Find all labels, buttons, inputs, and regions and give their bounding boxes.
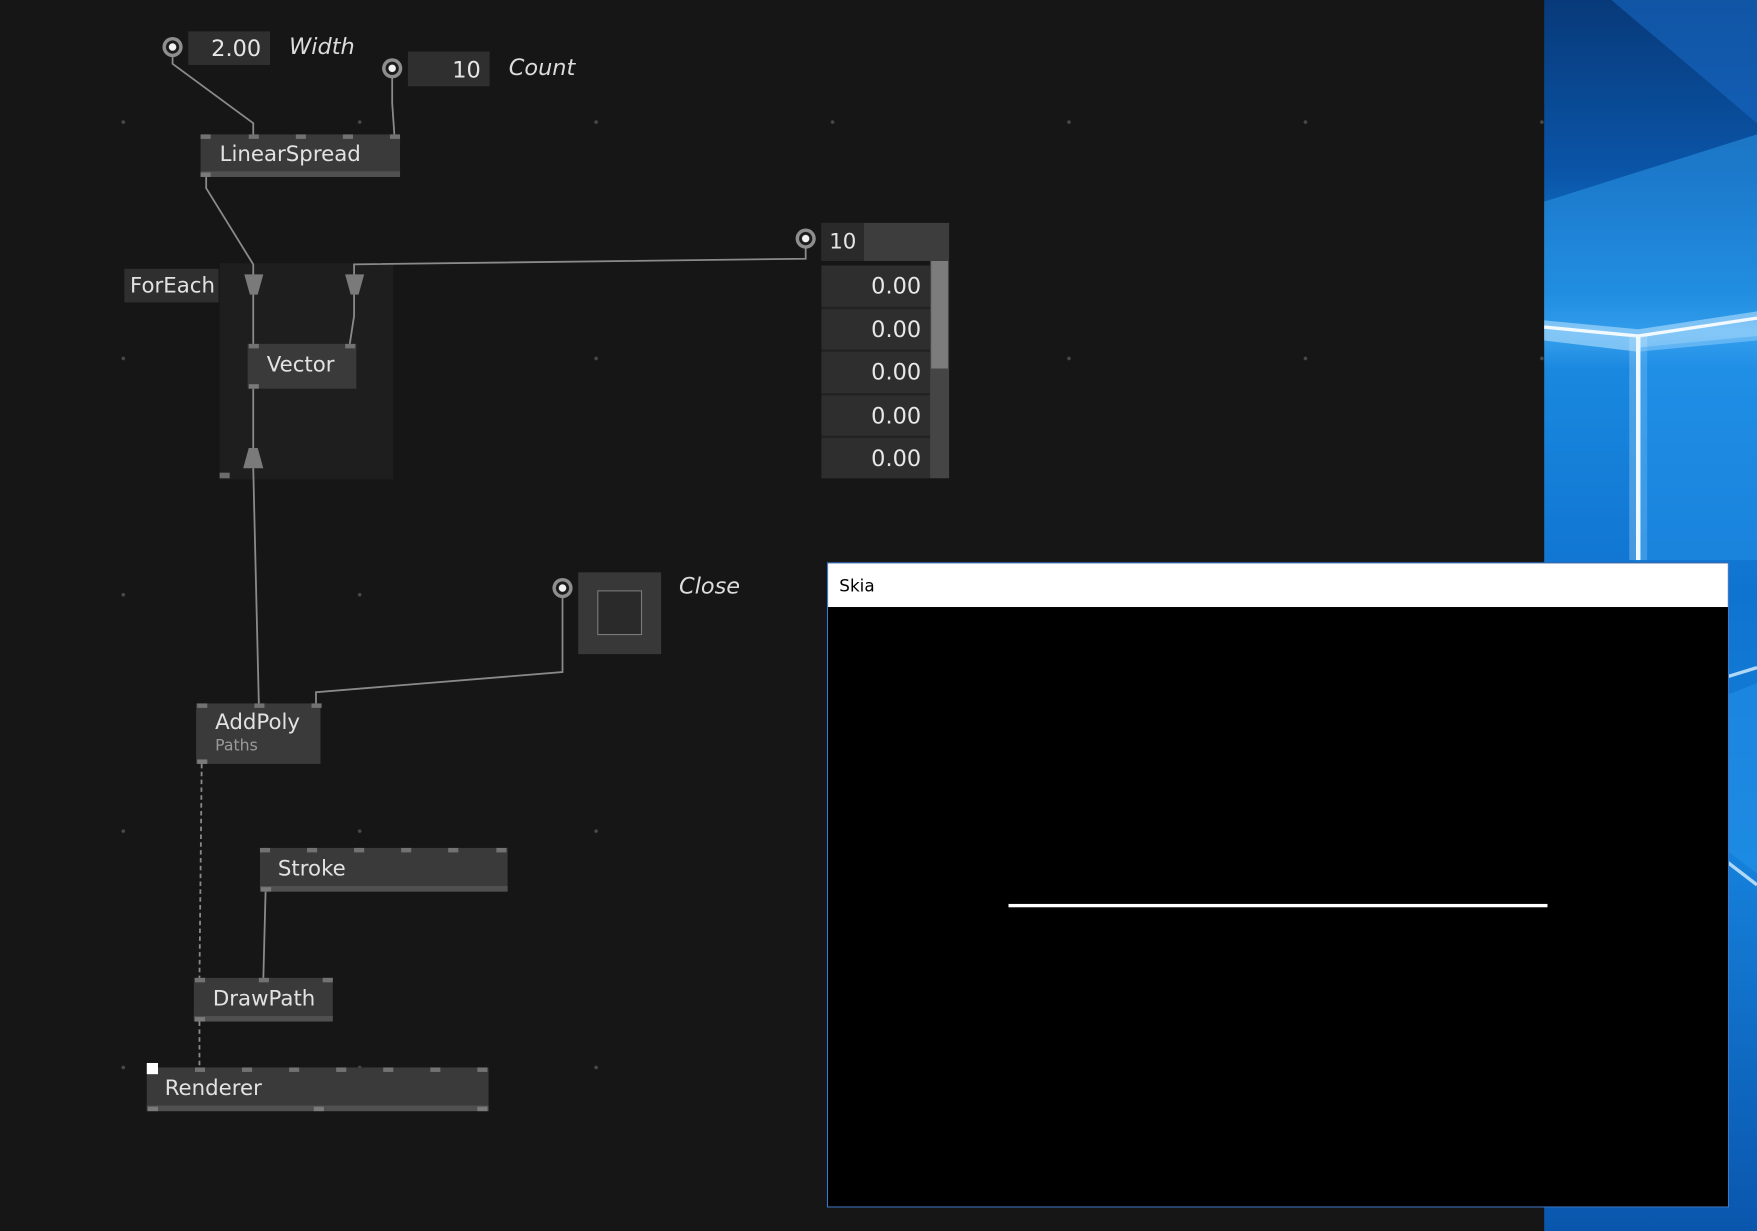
renderer-selection-marker[interactable] bbox=[146, 1062, 158, 1075]
node-label: Vector bbox=[266, 352, 335, 378]
input-pin[interactable] bbox=[401, 847, 412, 853]
input-pin[interactable] bbox=[258, 977, 269, 983]
input-pin[interactable] bbox=[429, 1067, 440, 1072]
iobox-pin-icon[interactable] bbox=[795, 228, 816, 249]
input-pin[interactable] bbox=[295, 134, 306, 139]
input-pin[interactable] bbox=[241, 1067, 252, 1072]
link-count-to-linearspread[interactable] bbox=[391, 77, 396, 136]
input-pin[interactable] bbox=[344, 343, 355, 349]
close-label: Close bbox=[679, 572, 741, 600]
iobox-pin-icon[interactable] bbox=[162, 36, 183, 58]
output-pin[interactable] bbox=[313, 1106, 324, 1112]
rendered-path-line bbox=[1008, 903, 1548, 908]
addpoly-node[interactable]: AddPoly Paths bbox=[196, 703, 322, 764]
node-bottom-bar bbox=[259, 886, 508, 892]
close-toggle-checkbox[interactable] bbox=[597, 590, 643, 636]
input-pin[interactable] bbox=[194, 1067, 205, 1072]
input-pin[interactable] bbox=[382, 1067, 393, 1072]
renderer-node[interactable]: Renderer bbox=[146, 1062, 489, 1112]
node-label: LinearSpread bbox=[219, 141, 361, 167]
output-pin[interactable] bbox=[147, 1106, 158, 1112]
node-label: AddPoly bbox=[215, 710, 300, 735]
input-pin[interactable] bbox=[389, 134, 400, 139]
link-stroke-to-drawpath[interactable] bbox=[262, 891, 267, 979]
node-label: Stroke bbox=[277, 855, 346, 881]
node-bottom-bar bbox=[193, 1015, 333, 1022]
spread-count-field[interactable]: 10 bbox=[821, 222, 864, 261]
node-label: DrawPath bbox=[212, 985, 316, 1011]
input-pin[interactable] bbox=[310, 703, 322, 708]
input-pin[interactable] bbox=[253, 703, 264, 708]
spread-value-row[interactable]: 0.00 bbox=[821, 437, 931, 479]
link-spread-to-splicer[interactable] bbox=[353, 247, 807, 276]
node-category: Paths bbox=[215, 737, 258, 755]
input-pin[interactable] bbox=[354, 847, 365, 853]
spread-value-row[interactable]: 0.00 bbox=[821, 394, 931, 436]
output-pin[interactable] bbox=[476, 1106, 487, 1112]
input-pin[interactable] bbox=[307, 847, 318, 853]
linearspread-node[interactable]: LinearSpread bbox=[200, 134, 401, 177]
link-addpoly-to-drawpath[interactable] bbox=[198, 763, 203, 979]
skia-window[interactable]: Skia bbox=[826, 562, 1729, 1208]
splicer-output-icon[interactable] bbox=[243, 448, 264, 469]
link-splicer-to-vector-y[interactable] bbox=[348, 294, 355, 346]
output-pin[interactable] bbox=[194, 1017, 205, 1022]
skia-render-surface[interactable] bbox=[828, 607, 1728, 1207]
skia-window-title[interactable]: Skia bbox=[828, 563, 1728, 608]
input-pin[interactable] bbox=[288, 1067, 299, 1072]
spread-scrollbar[interactable] bbox=[930, 260, 950, 479]
splicer-input-icon[interactable] bbox=[345, 274, 365, 295]
input-pin[interactable] bbox=[194, 977, 205, 983]
spread-iobox-header[interactable]: 10 bbox=[821, 222, 950, 261]
spread-scrollbar-thumb[interactable] bbox=[931, 260, 948, 369]
input-pin[interactable] bbox=[259, 847, 271, 853]
splicer-input-icon[interactable] bbox=[244, 274, 264, 295]
width-label: Width bbox=[289, 32, 355, 60]
node-label: Renderer bbox=[164, 1075, 262, 1101]
input-pin[interactable] bbox=[248, 134, 259, 139]
input-pin[interactable] bbox=[322, 977, 333, 983]
close-toggle[interactable] bbox=[578, 572, 662, 655]
node-bottom-bar bbox=[200, 171, 401, 177]
link-close-to-addpoly[interactable] bbox=[315, 597, 564, 705]
output-pin[interactable] bbox=[196, 759, 207, 764]
drawpath-node[interactable]: DrawPath bbox=[193, 977, 333, 1022]
spread-iobox-rows: 0.00 0.00 0.00 0.00 0.00 bbox=[821, 265, 931, 479]
output-pin[interactable] bbox=[200, 172, 211, 177]
input-pin[interactable] bbox=[448, 847, 459, 853]
input-pin[interactable] bbox=[476, 1067, 487, 1072]
link-splicer-to-addpoly[interactable] bbox=[252, 468, 260, 705]
vector-node[interactable]: Vector bbox=[247, 343, 357, 389]
link-linearspread-to-splicer[interactable] bbox=[205, 176, 255, 276]
input-pin[interactable] bbox=[200, 134, 211, 139]
output-pin[interactable] bbox=[248, 384, 259, 389]
output-pin[interactable] bbox=[260, 887, 271, 892]
input-pin[interactable] bbox=[495, 847, 506, 853]
spread-value-row[interactable]: 0.00 bbox=[821, 265, 931, 307]
link-width-to-linearspread[interactable] bbox=[171, 56, 255, 136]
patch-editor-canvas[interactable]: ForEach 2.00 Width 10 Count LinearSpread… bbox=[0, 0, 1757, 1231]
input-pin[interactable] bbox=[248, 343, 259, 349]
count-value-box[interactable]: 10 bbox=[407, 51, 490, 87]
iobox-pin-icon[interactable] bbox=[552, 577, 573, 599]
iobox-pin-icon[interactable] bbox=[382, 58, 403, 79]
count-label: Count bbox=[508, 53, 576, 81]
stroke-node[interactable]: Stroke bbox=[259, 847, 508, 892]
width-value-box[interactable]: 2.00 bbox=[188, 31, 271, 65]
input-pin[interactable] bbox=[342, 134, 353, 139]
input-pin[interactable] bbox=[335, 1067, 346, 1072]
spread-value-row[interactable]: 0.00 bbox=[821, 308, 931, 350]
spread-value-row[interactable]: 0.00 bbox=[821, 351, 931, 393]
input-pin[interactable] bbox=[196, 703, 207, 708]
